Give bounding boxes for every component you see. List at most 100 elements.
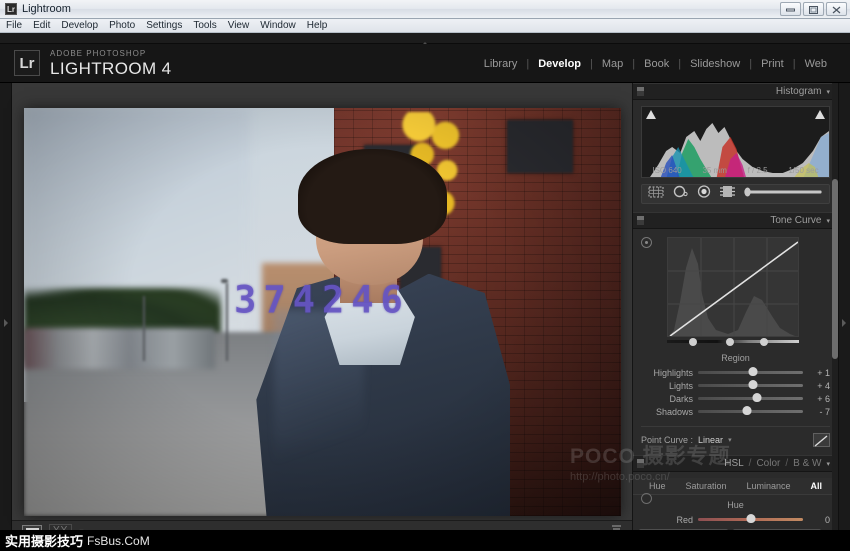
menu-item-file[interactable]: File	[6, 20, 22, 31]
slider-track-lights[interactable]	[698, 384, 803, 387]
point-curve-label: Point Curve :	[641, 435, 693, 445]
adjustment-brush-icon[interactable]	[744, 185, 823, 203]
slider-track-highlights[interactable]	[698, 371, 803, 374]
bottom-watermark-cn: 实用摄影技巧	[5, 531, 83, 550]
slider-track-shadows[interactable]	[698, 410, 803, 413]
split-point-highlights[interactable]	[760, 338, 768, 346]
slider-row: Lights + 4	[641, 379, 830, 392]
develop-right-panel: Histogram ▾	[632, 83, 838, 551]
menu-item-view[interactable]: View	[228, 20, 250, 31]
lightroom-window: Lr Lightroom File Edit Develop Photo Set…	[0, 0, 850, 551]
hsl-targeted-adjustment-icon[interactable]	[641, 493, 652, 504]
curve-edit-icon[interactable]	[813, 433, 830, 447]
menu-item-develop[interactable]: Develop	[61, 20, 98, 31]
tab-hue[interactable]: Hue	[649, 481, 666, 491]
tone-curve-panel-header[interactable]: Tone Curve ▾	[633, 212, 838, 229]
photo-frame[interactable]: 374246	[24, 108, 621, 516]
targeted-adjustment-tool-icon[interactable]	[641, 237, 652, 248]
tone-curve-graph[interactable]	[667, 237, 799, 337]
exif-aperture: f / 2.5	[748, 166, 768, 175]
slider-value-shadows[interactable]: - 7	[808, 407, 830, 417]
slider-knob-highlights[interactable]	[748, 367, 757, 376]
left-panel-chevron-right-icon[interactable]	[3, 315, 9, 333]
hsl-title[interactable]: HSL	[724, 458, 743, 469]
bottom-watermark-bar: 实用摄影技巧 FsBus.CoM	[0, 530, 850, 551]
point-curve-chevron-down-icon[interactable]: ▾	[728, 436, 732, 444]
slider-label-lights: Lights	[641, 381, 693, 391]
module-develop[interactable]: Develop	[529, 58, 590, 70]
hsl-panel-header[interactable]: HSL / Color / B & W ▾	[633, 455, 838, 472]
histogram-exif: ISO 640 35 mm f / 2.5 1/50 sec	[642, 166, 829, 175]
point-curve-value[interactable]: Linear	[698, 435, 723, 445]
menu-item-photo[interactable]: Photo	[109, 20, 135, 31]
menu-item-edit[interactable]: Edit	[33, 20, 50, 31]
slider-knob-darks[interactable]	[752, 393, 761, 402]
tone-curve-panel-body: Region Highlights + 1 Lights + 4	[633, 229, 838, 455]
module-print[interactable]: Print	[752, 58, 793, 70]
slider-row: Red 0	[641, 513, 830, 526]
maximize-icon[interactable]	[803, 2, 824, 16]
module-library[interactable]: Library	[475, 58, 527, 70]
top-panel-chevron-up-icon[interactable]	[418, 35, 432, 42]
module-slideshow[interactable]: Slideshow	[681, 58, 749, 70]
slider-row: Shadows - 7	[641, 405, 830, 418]
menu-item-window[interactable]: Window	[260, 20, 296, 31]
panel-switch-icon[interactable]	[637, 216, 644, 225]
menu-item-settings[interactable]: Settings	[146, 20, 182, 31]
slider-track-red[interactable]	[698, 518, 803, 521]
photo-watermark-number: 374246	[234, 278, 410, 321]
slider-value-lights[interactable]: + 4	[808, 381, 830, 391]
content-area: 374246 YY ▾ Histogr	[0, 83, 850, 551]
module-map[interactable]: Map	[593, 58, 632, 70]
tab-luminance[interactable]: Luminance	[746, 481, 790, 491]
lightroom-app: Lr ADOBE PHOTOSHOP LIGHTROOM 4 Library |…	[0, 33, 850, 551]
right-panel-chevron-right-icon[interactable]	[841, 315, 847, 333]
slider-value-darks[interactable]: + 6	[808, 394, 830, 404]
tone-curve-chevron-down-icon[interactable]: ▾	[826, 217, 830, 225]
photo-image: 374246	[24, 108, 621, 516]
close-icon[interactable]	[826, 2, 847, 16]
tone-curve-split-sliders[interactable]	[667, 337, 799, 346]
slider-knob-shadows[interactable]	[743, 406, 752, 415]
color-title[interactable]: Color	[756, 458, 780, 469]
spot-removal-icon[interactable]	[673, 185, 688, 203]
slider-value-red[interactable]: 0	[808, 515, 830, 525]
split-point-shadows[interactable]	[689, 338, 697, 346]
lightroom-logo: Lr	[14, 50, 40, 76]
panel-switch-icon[interactable]	[637, 87, 644, 96]
split-point-midtones[interactable]	[726, 338, 734, 346]
tab-all[interactable]: All	[810, 481, 822, 491]
menu-item-help[interactable]: Help	[307, 20, 328, 31]
window-titlebar: Lr Lightroom	[0, 0, 850, 19]
top-panel-strip[interactable]	[0, 33, 850, 44]
minimize-icon[interactable]	[780, 2, 801, 16]
slider-knob-red[interactable]	[746, 514, 755, 523]
exif-shutter-speed: 1/50 sec	[788, 166, 818, 175]
slider-value-highlights[interactable]: + 1	[808, 368, 830, 378]
slider-label-highlights: Highlights	[641, 368, 693, 378]
hsl-chevron-down-icon[interactable]: ▾	[826, 460, 830, 468]
menu-item-tools[interactable]: Tools	[193, 20, 216, 31]
crop-overlay-icon[interactable]	[648, 185, 664, 203]
hsl-tab-bar: Hue Saturation Luminance All	[633, 478, 838, 495]
exif-iso: ISO 640	[652, 166, 681, 175]
histogram-graph[interactable]: ISO 640 35 mm f / 2.5 1/50 sec	[641, 106, 830, 178]
histogram-panel-header[interactable]: Histogram ▾	[633, 83, 838, 100]
bw-title[interactable]: B & W	[793, 458, 821, 469]
module-book[interactable]: Book	[635, 58, 678, 70]
histogram-chevron-down-icon[interactable]: ▾	[826, 88, 830, 96]
image-stage: 374246	[12, 83, 632, 541]
left-panel-rail[interactable]	[0, 83, 12, 551]
panel-switch-icon[interactable]	[637, 459, 644, 468]
right-panel-rail[interactable]	[838, 83, 850, 551]
graduated-filter-icon[interactable]	[720, 185, 735, 203]
menubar: File Edit Develop Photo Settings Tools V…	[0, 19, 850, 33]
module-web[interactable]: Web	[796, 58, 836, 70]
slider-track-darks[interactable]	[698, 397, 803, 400]
tone-curve-title: Tone Curve	[770, 215, 821, 226]
slider-knob-lights[interactable]	[748, 380, 757, 389]
tab-saturation[interactable]: Saturation	[685, 481, 726, 491]
histogram-title: Histogram	[776, 86, 822, 97]
tone-curve-area	[641, 235, 830, 347]
red-eye-correction-icon[interactable]	[697, 185, 711, 203]
